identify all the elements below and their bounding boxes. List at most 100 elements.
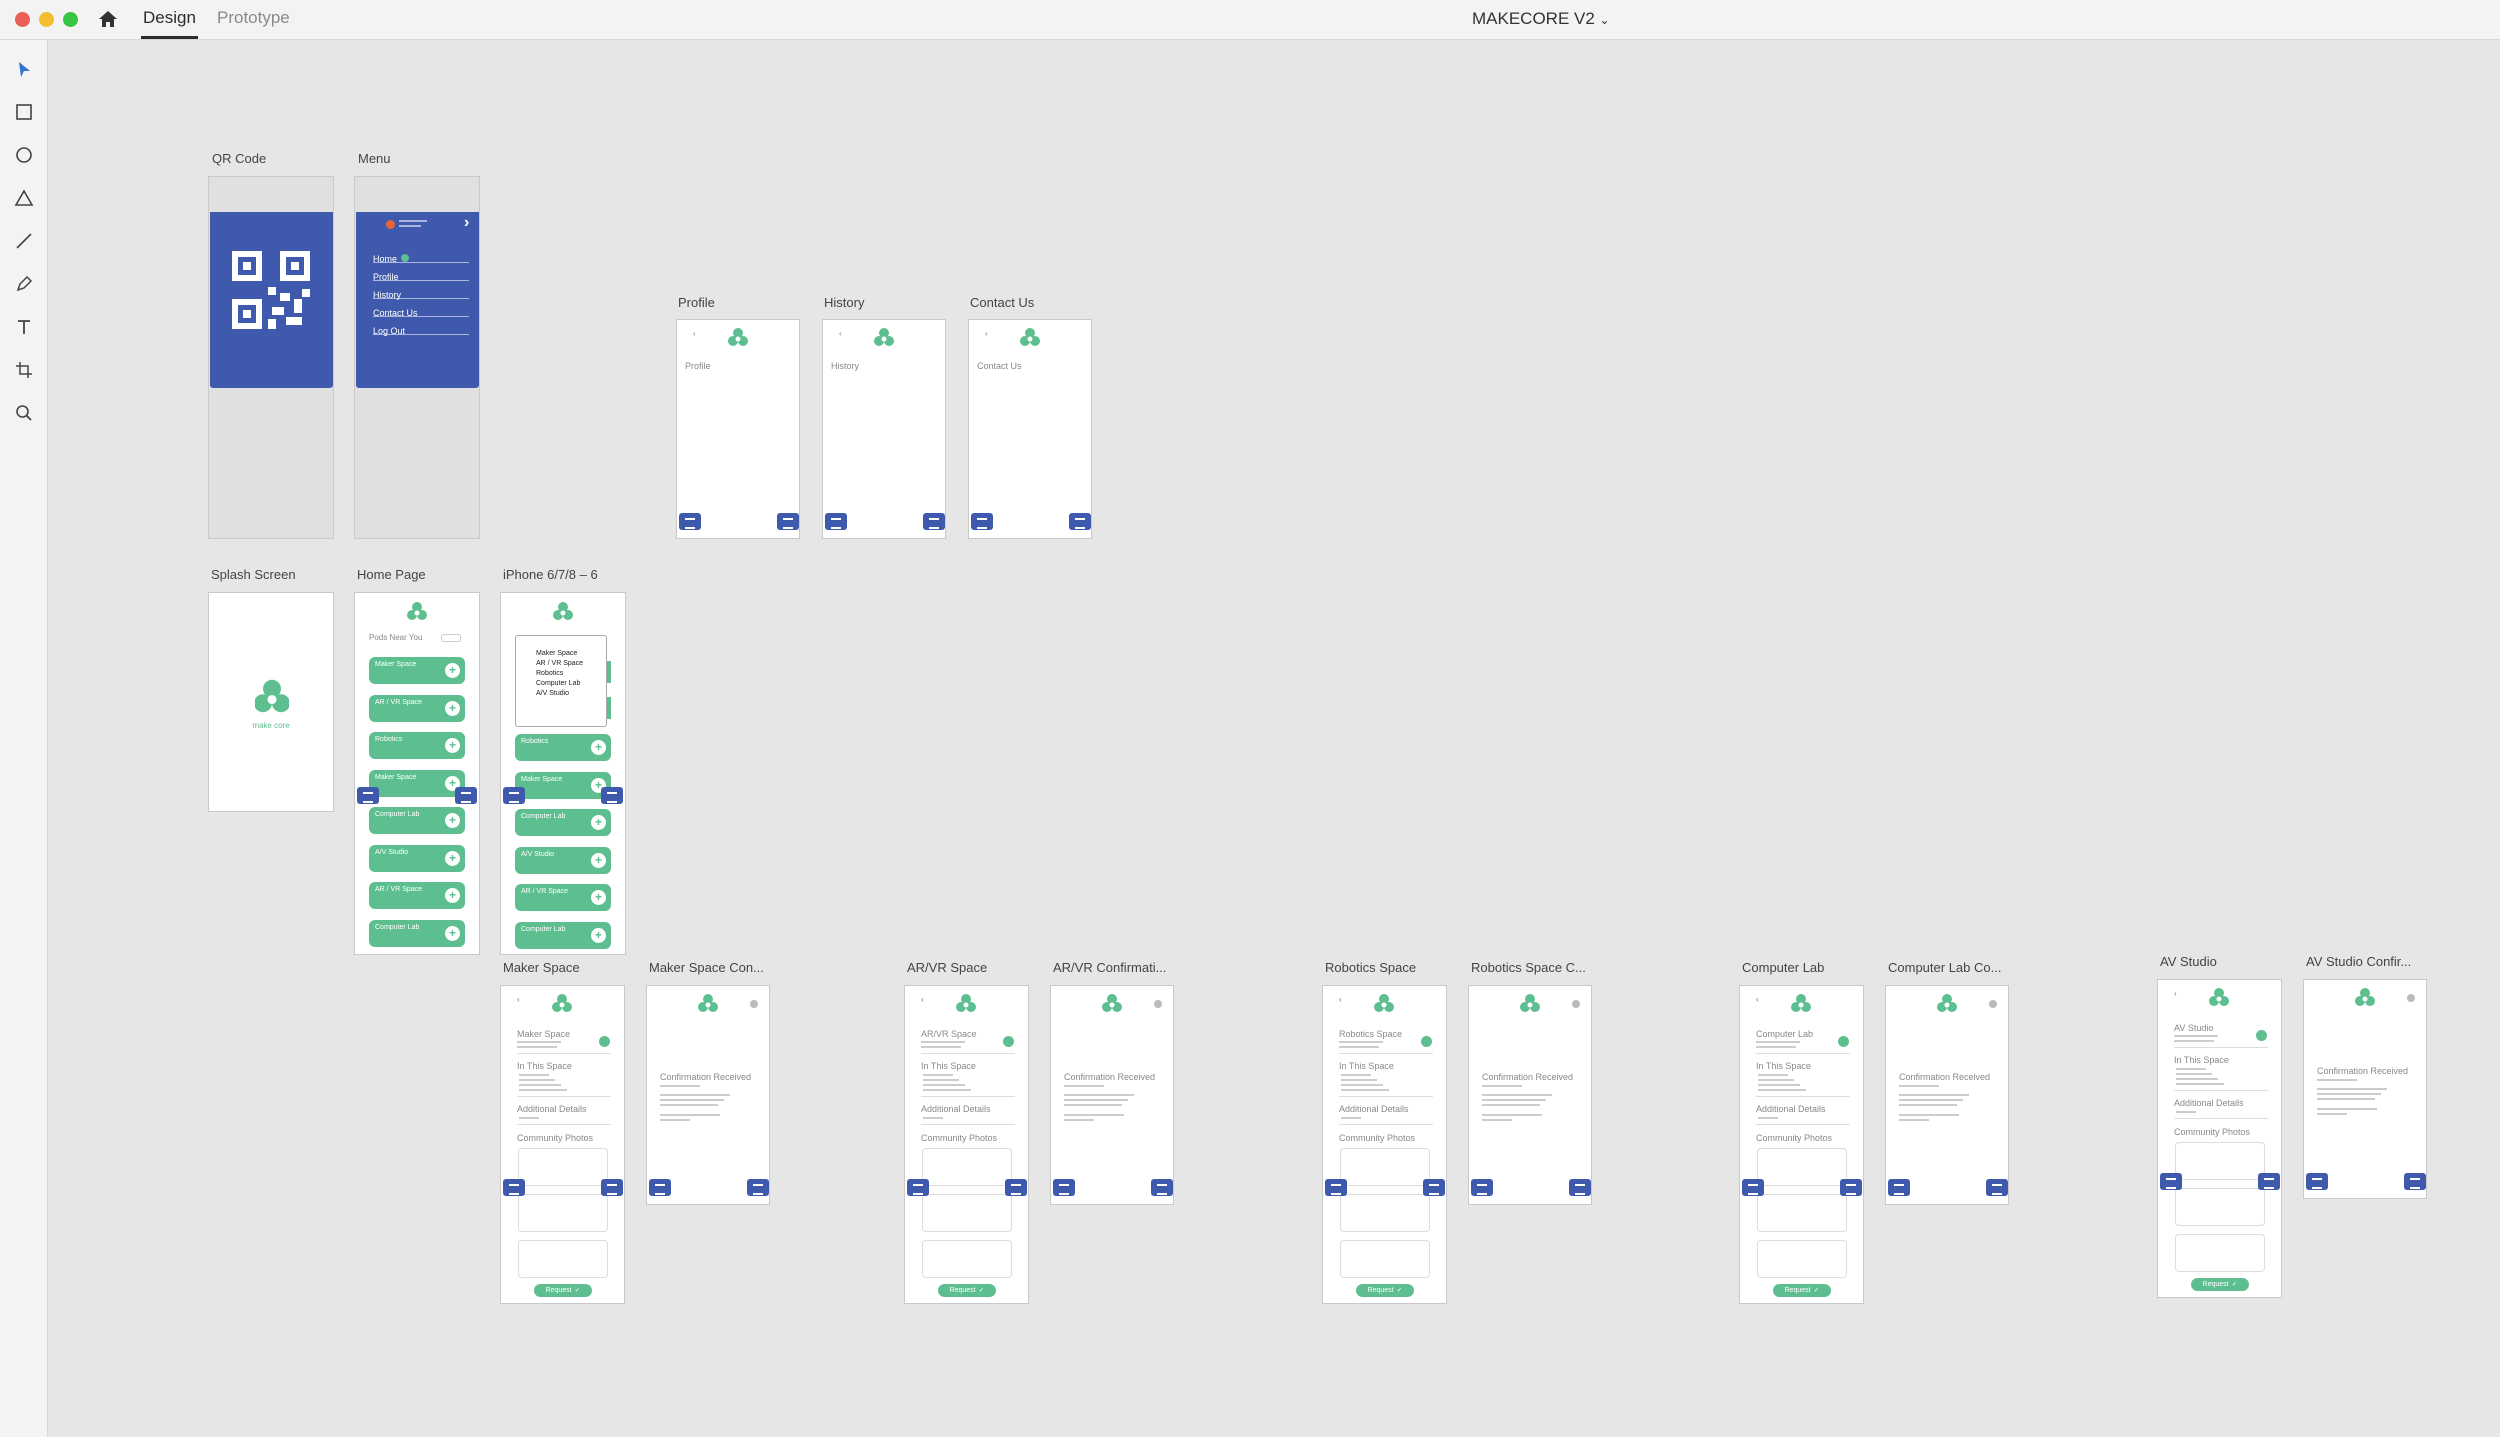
community-photo[interactable]: [2175, 1188, 2265, 1226]
request-button[interactable]: Request ✓: [938, 1284, 996, 1297]
artboard-label-complab_conf[interactable]: Computer Lab Co...: [1888, 960, 2001, 975]
qr-nav-button[interactable]: [679, 513, 701, 530]
request-button[interactable]: Request ✓: [1356, 1284, 1414, 1297]
artboard-label-complab[interactable]: Computer Lab: [1742, 960, 1824, 975]
request-button[interactable]: Request ✓: [2191, 1278, 2249, 1291]
back-icon[interactable]: ‹: [921, 995, 924, 1004]
artboard-splash-screen[interactable]: make core: [208, 592, 334, 812]
qr-nav-button[interactable]: [971, 513, 993, 530]
tab-prototype[interactable]: Prototype: [215, 6, 292, 36]
close-icon[interactable]: [1154, 1000, 1162, 1008]
back-icon[interactable]: ‹: [693, 329, 696, 338]
menu-nav-button[interactable]: [601, 787, 623, 804]
artboard-complab_conf[interactable]: Confirmation Received: [1885, 985, 2009, 1205]
community-photo[interactable]: [1340, 1148, 1430, 1186]
pod-card[interactable]: Maker Space +: [369, 769, 465, 797]
qr-nav-button[interactable]: [1053, 1179, 1075, 1196]
chevron-right-icon[interactable]: ›: [464, 214, 469, 232]
menu-nav-button[interactable]: [747, 1179, 769, 1196]
minimize-window-button[interactable]: [39, 12, 54, 27]
qr-nav-button[interactable]: [1742, 1179, 1764, 1196]
artboard-label-maker[interactable]: Maker Space: [503, 960, 580, 975]
artboard-profile[interactable]: ‹ Profile: [676, 319, 800, 539]
polygon-tool-icon[interactable]: [12, 186, 36, 210]
qr-nav-button[interactable]: [503, 787, 525, 804]
artboard-label-profile[interactable]: Profile: [678, 295, 715, 310]
qr-nav-button[interactable]: [1471, 1179, 1493, 1196]
back-icon[interactable]: ‹: [1756, 995, 1759, 1004]
community-photo[interactable]: [518, 1240, 608, 1278]
community-photo[interactable]: [2175, 1142, 2265, 1180]
qr-nav-button[interactable]: [357, 787, 379, 804]
pod-card[interactable]: Robotics +: [369, 732, 465, 759]
close-icon[interactable]: [750, 1000, 758, 1008]
line-tool-icon[interactable]: [12, 229, 36, 253]
maximize-window-button[interactable]: [63, 12, 78, 27]
community-photo[interactable]: [1757, 1240, 1847, 1278]
select-tool-icon[interactable]: [12, 58, 36, 82]
chevron-down-icon[interactable]: ⌄: [1600, 13, 1610, 27]
menu-nav-button[interactable]: [2404, 1173, 2426, 1190]
pod-card[interactable]: Computer Lab +: [369, 919, 465, 947]
qr-nav-button[interactable]: [825, 513, 847, 530]
pod-card[interactable]: Robotics +: [515, 734, 611, 761]
menu-nav-button[interactable]: [455, 787, 477, 804]
artboard-robotics_conf[interactable]: Confirmation Received: [1468, 985, 1592, 1205]
menu-item-history[interactable]: History: [373, 285, 469, 300]
artboard-label-av_conf[interactable]: AV Studio Confir...: [2306, 954, 2411, 969]
document-title[interactable]: MAKECORE V2 ⌄: [1472, 9, 1610, 29]
add-icon[interactable]: +: [445, 850, 460, 866]
home-icon[interactable]: [97, 8, 119, 30]
artboard-robotics[interactable]: ‹ Robotics Space In This Space Additional D…: [1322, 985, 1447, 1304]
menu-nav-button[interactable]: [1069, 513, 1091, 530]
dropdown-option[interactable]: AR / VR Space: [536, 660, 583, 667]
community-photo[interactable]: [1757, 1148, 1847, 1186]
menu-nav-button[interactable]: [1151, 1179, 1173, 1196]
menu-item-contact-us[interactable]: Contact Us: [373, 303, 469, 318]
tab-design[interactable]: Design: [141, 6, 198, 39]
pod-card[interactable]: Maker Space +: [515, 771, 611, 799]
text-tool-icon[interactable]: [12, 315, 36, 339]
artboard-av_conf[interactable]: Confirmation Received: [2303, 979, 2427, 1199]
pod-card[interactable]: AR / VR Space +: [369, 882, 465, 909]
artboard-label-splash[interactable]: Splash Screen: [211, 567, 296, 582]
community-photo[interactable]: [518, 1194, 608, 1232]
artboard-complab[interactable]: ‹ Computer Lab In This Space Additional Det…: [1739, 985, 1864, 1304]
pod-card[interactable]: Computer Lab +: [369, 807, 465, 834]
rectangle-tool-icon[interactable]: [12, 100, 36, 124]
add-icon[interactable]: +: [445, 700, 460, 716]
back-icon[interactable]: ‹: [517, 995, 520, 1004]
artboard-label-arvr_conf[interactable]: AR/VR Confirmati...: [1053, 960, 1166, 975]
artboard-av[interactable]: ‹ AV Studio In This Space Additional Detail…: [2157, 979, 2282, 1298]
pod-card[interactable]: AR / VR Space +: [515, 884, 611, 911]
back-icon[interactable]: ‹: [985, 329, 988, 338]
artboard-arvr[interactable]: ‹ AR/VR Space In This Space Additional Deta…: [904, 985, 1029, 1304]
back-icon[interactable]: ‹: [839, 329, 842, 338]
qr-nav-button[interactable]: [1888, 1179, 1910, 1196]
close-icon[interactable]: [1572, 1000, 1580, 1008]
pen-tool-icon[interactable]: [12, 272, 36, 296]
add-icon[interactable]: +: [445, 888, 460, 903]
artboard-label-menu[interactable]: Menu: [358, 151, 391, 166]
menu-nav-button[interactable]: [1569, 1179, 1591, 1196]
menu-nav-button[interactable]: [1423, 1179, 1445, 1196]
community-photo[interactable]: [1340, 1194, 1430, 1232]
menu-nav-button[interactable]: [601, 1179, 623, 1196]
add-icon[interactable]: +: [445, 738, 460, 753]
menu-nav-button[interactable]: [1986, 1179, 2008, 1196]
zoom-tool-icon[interactable]: [12, 401, 36, 425]
dropdown-option[interactable]: Maker Space: [536, 650, 577, 657]
artboard-label-robotics[interactable]: Robotics Space: [1325, 960, 1416, 975]
menu-nav-button[interactable]: [2258, 1173, 2280, 1190]
pod-card[interactable]: A/V Studio +: [515, 846, 611, 874]
menu-nav-button[interactable]: [1005, 1179, 1027, 1196]
artboard-label-av[interactable]: AV Studio: [2160, 954, 2217, 969]
add-icon[interactable]: +: [591, 927, 606, 943]
close-icon[interactable]: [1989, 1000, 1997, 1008]
artboard-label-maker_conf[interactable]: Maker Space Con...: [649, 960, 764, 975]
artboard-maker[interactable]: ‹ Maker Space In This Space Additional Deta…: [500, 985, 625, 1304]
dropdown-option[interactable]: Robotics: [536, 670, 563, 677]
close-window-button[interactable]: [15, 12, 30, 27]
qr-nav-button[interactable]: [2160, 1173, 2182, 1190]
menu-nav-button[interactable]: [1840, 1179, 1862, 1196]
